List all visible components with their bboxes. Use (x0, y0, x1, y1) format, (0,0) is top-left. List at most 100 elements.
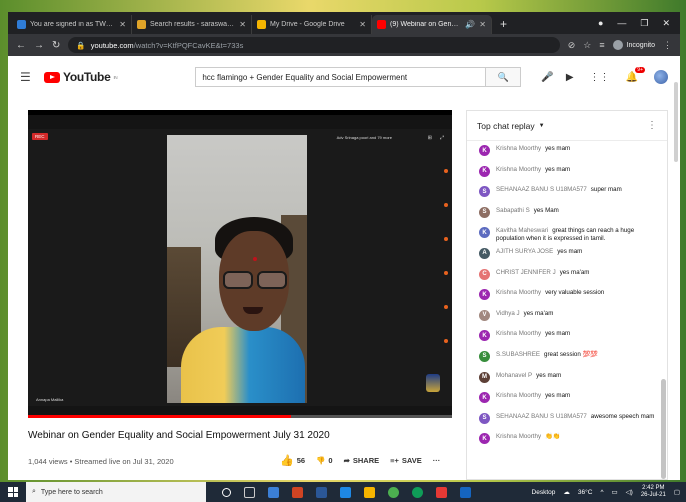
chat-message[interactable]: K Krishna Moorthy yes mam (479, 326, 659, 347)
folder-icon[interactable] (364, 486, 375, 498)
chat-message[interactable]: S S.SUBASHREE great session 💯💯 (479, 347, 659, 368)
cortana-icon[interactable] (222, 487, 231, 497)
chat-author-avatar[interactable]: V (479, 309, 490, 321)
participant-dot-icon (444, 237, 448, 241)
search-button[interactable]: 🔍 (485, 67, 522, 87)
chat-message[interactable]: K Krishna Moorthy yes mam (479, 388, 659, 409)
chat-message[interactable]: S SEHANAAZ BANU S U18MA577 awesome speech … (479, 409, 659, 430)
word-icon[interactable] (316, 486, 327, 498)
account-avatar[interactable] (654, 70, 668, 84)
chat-message-text: yes ma'am (523, 309, 554, 317)
forward-button[interactable]: → (34, 40, 44, 51)
like-button[interactable]: 👍 56 (280, 454, 305, 467)
clock[interactable]: 2:42 PM 26-Jul-21 (641, 485, 666, 499)
network-icon[interactable]: ▭ (612, 488, 618, 496)
chat-message[interactable]: K Krishna Moorthy yes mam (479, 141, 659, 162)
task-view-icon[interactable] (244, 486, 255, 498)
tray-chevron-icon[interactable]: ^ (600, 489, 603, 496)
share-button[interactable]: ➦ SHARE (344, 456, 380, 465)
chat-author-avatar[interactable]: K (479, 145, 490, 156)
start-button[interactable] (0, 487, 26, 497)
microphone-icon[interactable]: 🎤 (541, 72, 553, 83)
chat-message[interactable]: K Krishna Moorthy 👏👏 (479, 429, 659, 450)
chat-message[interactable]: K Krishna Moorthy very valuable session (479, 285, 659, 306)
chat-mode-dropdown[interactable]: Top chat replay (477, 121, 535, 131)
chat-more-icon[interactable]: ⋮ (647, 120, 657, 131)
edge-icon[interactable] (412, 486, 423, 498)
reload-button[interactable]: ↻ (52, 40, 60, 51)
chat-author-avatar[interactable]: S (479, 206, 490, 218)
tab-signed-in[interactable]: You are signed in as TWSC2010 ✕ (12, 15, 132, 34)
reading-list-icon[interactable]: ≡ (599, 40, 604, 50)
incognito-indicator[interactable]: Incognito (612, 40, 655, 50)
chat-messages[interactable]: K Krishna Moorthy yes mam K Krishna Moorthy y… (467, 141, 659, 479)
chat-author-avatar[interactable]: S (479, 186, 490, 198)
volume-icon[interactable]: ◁) (626, 488, 633, 496)
youtube-logo[interactable]: YouTube IN (44, 70, 118, 84)
pdf-app-icon[interactable] (292, 486, 303, 498)
create-video-icon[interactable]: ▶ (566, 72, 574, 83)
maximize-button[interactable]: ❐ (640, 18, 648, 29)
save-button[interactable]: ≡+ SAVE (390, 456, 422, 465)
chat-author-avatar[interactable]: K (479, 165, 490, 177)
app-icon[interactable] (460, 486, 471, 498)
chat-message[interactable]: M Mohanavel Pyes mam (479, 368, 659, 389)
speaker-icon[interactable]: 🔊 (465, 20, 475, 29)
search-input[interactable] (195, 67, 486, 87)
close-window-button[interactable]: ✕ (662, 18, 670, 29)
video-player[interactable]: REC Adv Srinaga poori and 79 more ⊞ ⤢ An… (28, 110, 452, 418)
eye-off-icon[interactable]: ⊘ (568, 40, 576, 51)
back-button[interactable]: ← (16, 40, 26, 51)
chevron-down-icon[interactable]: ▼ (539, 123, 545, 129)
bookmark-star-icon[interactable]: ☆ (583, 40, 591, 51)
browser-menu-icon[interactable]: ⋮ (663, 40, 672, 51)
chat-author-avatar[interactable]: K (479, 289, 490, 301)
chat-message-text: yes mam (545, 165, 571, 173)
chat-message[interactable]: A AJITH SURYA JOSE yes mam (479, 244, 659, 265)
notification-center-icon[interactable]: ▢ (674, 488, 680, 496)
url-field[interactable]: 🔒 youtube.com/watch?v=KtfPQFCavKE&t=733s (68, 37, 560, 53)
tab-close-icon[interactable]: ✕ (479, 20, 486, 29)
app-icon[interactable] (436, 486, 447, 498)
chat-author-avatar[interactable]: K (479, 330, 490, 342)
file-explorer-icon[interactable] (268, 486, 279, 498)
chat-author-avatar[interactable]: S (479, 350, 490, 362)
profile-icon[interactable]: ● (598, 18, 603, 28)
store-icon[interactable] (340, 486, 351, 498)
page-scrollbar[interactable] (674, 82, 678, 162)
chat-author-avatar[interactable]: A (479, 247, 490, 259)
taskbar-search[interactable]: ⌕ Type here to search (26, 482, 206, 502)
chat-message[interactable]: S Sabapathi Syes Mam (479, 203, 659, 224)
chat-message[interactable]: K Krishna Moorthy yes mam (479, 162, 659, 183)
chat-scrollbar[interactable] (661, 379, 666, 479)
participant-dot-icon (444, 339, 448, 343)
chat-author-avatar[interactable]: K (479, 392, 490, 404)
chat-author-avatar[interactable]: S (479, 412, 490, 424)
tab-google-drive[interactable]: My Drive - Google Drive ✕ (252, 15, 372, 34)
chat-author-avatar[interactable]: K (479, 433, 490, 445)
apps-grid-icon[interactable]: ⋮⋮ (590, 72, 610, 83)
chat-message[interactable]: V Vidhya Jyes ma'am (479, 306, 659, 327)
temperature[interactable]: 36°C (578, 489, 593, 496)
dislike-button[interactable]: 👎 0 (316, 456, 333, 465)
desktop-toolbar-label[interactable]: Desktop (532, 489, 556, 496)
chat-message[interactable]: S SEHANAAZ BANU S U18MA577 super mam (479, 182, 659, 203)
video-progress-bar[interactable] (28, 415, 452, 418)
chat-message-text: super mam (590, 186, 622, 194)
tab-search-results[interactable]: Search results - saraswathihcc@ ✕ (132, 15, 252, 34)
notifications-button[interactable]: 🔔 9+ (626, 66, 645, 83)
chat-author-avatar[interactable]: M (479, 371, 490, 383)
chat-message[interactable]: C CHRIST JENNIFER Jyes ma'am (479, 265, 659, 286)
chat-author-avatar[interactable]: C (479, 268, 490, 280)
more-actions-icon[interactable]: ··· (433, 456, 441, 465)
chrome-icon[interactable] (388, 486, 399, 498)
tab-webinar[interactable]: (9) Webinar on Gender Equa 🔊 ✕ (372, 15, 492, 34)
hamburger-menu-icon[interactable]: ☰ (20, 70, 34, 84)
chat-author-avatar[interactable]: K (479, 227, 490, 239)
minimize-button[interactable]: — (617, 18, 626, 28)
new-tab-button[interactable]: + (492, 15, 515, 34)
tab-close-icon[interactable]: ✕ (119, 20, 126, 29)
chat-message[interactable]: K Kavitha Maheswari great things can reach… (479, 223, 659, 244)
tab-close-icon[interactable]: ✕ (239, 20, 246, 29)
tab-close-icon[interactable]: ✕ (359, 20, 366, 29)
